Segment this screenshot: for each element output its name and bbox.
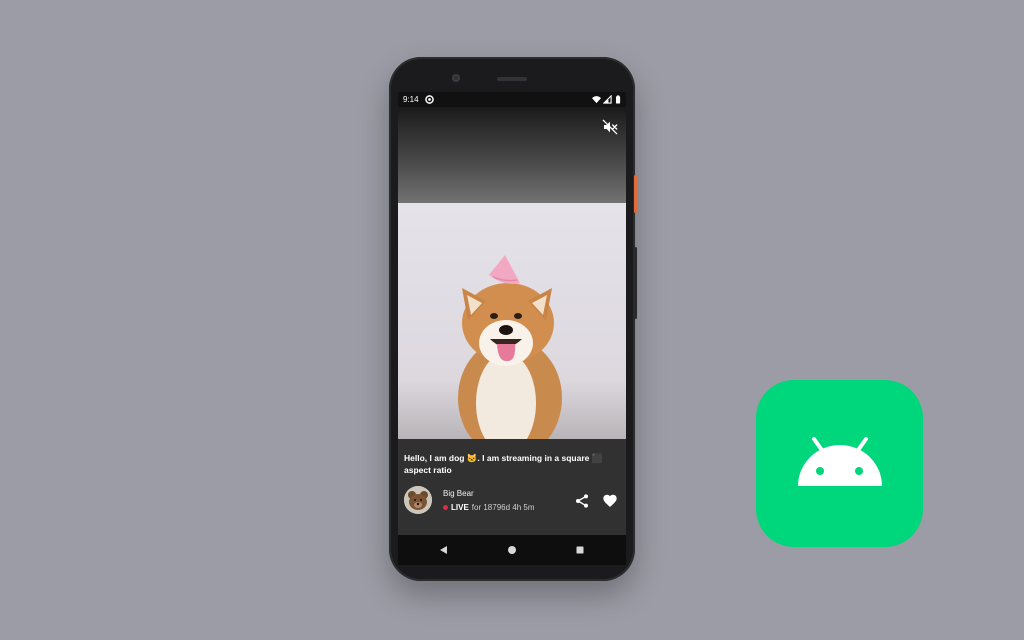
sync-icon <box>425 95 434 104</box>
streamer-name[interactable]: Big Bear <box>443 489 474 498</box>
status-time: 9:14 <box>403 95 419 104</box>
share-button[interactable] <box>574 493 590 509</box>
live-video-player[interactable]: Hello, I am dog 🐱. I am streaming in a s… <box>398 107 626 535</box>
battery-icon <box>614 95 623 104</box>
live-duration: for 18796d 4h 5m <box>471 503 535 512</box>
live-indicator-dot <box>443 505 448 510</box>
circle-home-icon <box>508 546 516 554</box>
heart-icon <box>603 494 617 507</box>
android-robot-icon <box>798 437 882 486</box>
android-app-icon <box>756 380 923 547</box>
mute-button[interactable] <box>602 119 618 135</box>
live-status: LIVE for 18796d 4h 5m <box>443 503 535 512</box>
avatar[interactable] <box>404 486 432 514</box>
video-frame <box>398 203 626 439</box>
share-icon <box>576 494 588 508</box>
phone-screen: 9:14 Hello, I am dog 🐱. I am streaming i… <box>398 92 626 565</box>
home-button[interactable] <box>507 545 517 555</box>
live-badge: LIVE <box>451 503 469 512</box>
stream-info-overlay: Hello, I am dog 🐱. I am streaming in a s… <box>398 439 626 535</box>
like-button[interactable] <box>602 493 618 509</box>
wifi-icon <box>592 95 601 104</box>
status-icons <box>592 95 623 104</box>
cellular-signal-icon <box>603 95 612 104</box>
bear-avatar-icon <box>404 486 432 514</box>
stream-caption: Hello, I am dog 🐱. I am streaming in a s… <box>404 453 603 475</box>
phone-frame: 9:14 Hello, I am dog 🐱. I am streaming i… <box>389 57 637 581</box>
earpiece-speaker <box>497 77 527 81</box>
status-bar: 9:14 <box>398 92 626 107</box>
front-camera <box>452 74 460 82</box>
triangle-back-icon <box>440 546 447 554</box>
dog-with-party-hat-image <box>398 203 626 439</box>
volume-button <box>634 247 637 319</box>
back-button[interactable] <box>439 545 449 555</box>
power-button <box>634 175 637 213</box>
system-nav-bar <box>398 535 626 565</box>
volume-off-icon <box>602 119 618 135</box>
recents-button[interactable] <box>575 545 585 555</box>
square-recents-icon <box>576 546 584 554</box>
